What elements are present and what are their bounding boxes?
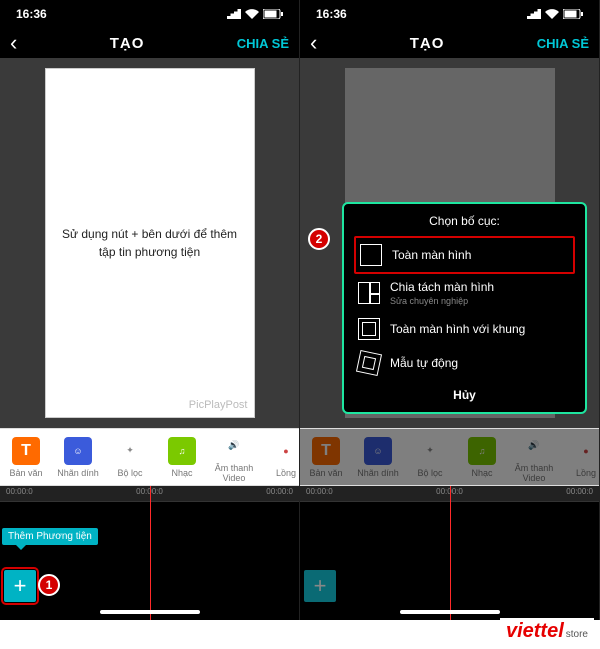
toolbar: TBản văn ☺Nhãn dính ✦Bộ lọc ♫Nhạc 🔊Âm th…	[0, 428, 299, 486]
music-icon: ♫	[468, 437, 496, 465]
tool-filter[interactable]: ✦Bộ lọc	[104, 437, 156, 478]
timeline[interactable]: 00:00:0 00:00:0 00:00:0 Thêm Phương tiện…	[0, 486, 299, 620]
canvas-area-dimmed: 2 Chọn bố cục: Toàn màn hình Chia tách m…	[300, 58, 599, 428]
layout-modal: Chọn bố cục: Toàn màn hình Chia tách màn…	[342, 202, 587, 414]
page-title: TẠO	[110, 35, 145, 52]
nav-bar: ‹ TẠO CHIA SẺ	[300, 28, 599, 58]
music-icon: ♫	[168, 437, 196, 465]
tool-music: ♫Nhạc	[456, 437, 508, 478]
share-button[interactable]: CHIA SẺ	[237, 36, 289, 51]
tool-audio: 🔊Âm thanh Video	[508, 432, 560, 483]
tool-filter: ✦Bộ lọc	[404, 437, 456, 478]
split-icon	[358, 282, 380, 304]
sticker-icon: ☺	[64, 437, 92, 465]
timeline-body: Thêm Phương tiện + 1	[0, 502, 299, 620]
signal-icon	[527, 9, 541, 19]
home-indicator	[400, 610, 500, 614]
tool-audio[interactable]: 🔊Âm thanh Video	[208, 432, 260, 483]
filter-icon: ✦	[416, 437, 444, 465]
back-button[interactable]: ‹	[310, 32, 317, 54]
layout-option-full[interactable]: Toàn màn hình	[354, 236, 575, 274]
share-button[interactable]: CHIA SẺ	[537, 36, 589, 51]
layout-option-frame[interactable]: Toàn màn hình với khung	[354, 312, 575, 346]
toolbar-dimmed: TBản văn ☺Nhãn dính ✦Bộ lọc ♫Nhạc 🔊Âm th…	[300, 428, 599, 486]
text-icon: T	[12, 437, 40, 465]
add-media-tooltip: Thêm Phương tiện	[2, 528, 98, 545]
auto-icon	[356, 350, 382, 376]
tool-dub[interactable]: ●Lồng	[260, 437, 299, 478]
nav-bar: ‹ TẠO CHIA SẺ	[0, 28, 299, 58]
brand-logo: viettel store	[500, 618, 594, 645]
audio-icon: 🔊	[520, 432, 548, 460]
canvas-area: Sử dụng nút + bên dưới để thêm tập tin p…	[0, 58, 299, 428]
wifi-icon	[545, 9, 559, 19]
tool-sticker: ☺Nhãn dính	[352, 437, 404, 478]
dub-icon: ●	[572, 437, 599, 465]
layout-option-auto[interactable]: Mẫu tự động	[354, 346, 575, 380]
battery-icon	[263, 9, 283, 19]
brand-main: viettel	[506, 620, 564, 643]
status-bar: 16:36	[0, 0, 299, 28]
wifi-icon	[245, 9, 259, 19]
watermark: PicPlayPost	[189, 399, 248, 411]
canvas-placeholder: Sử dụng nút + bên dưới để thêm tập tin p…	[58, 225, 242, 261]
phone-right: 16:36 ‹ TẠO CHIA SẺ 2 Chọn bố cục: Toàn …	[300, 0, 600, 620]
status-indicators	[527, 9, 583, 19]
battery-icon	[563, 9, 583, 19]
callout-1: 1	[38, 574, 60, 596]
sticker-icon: ☺	[364, 437, 392, 465]
modal-title: Chọn bố cục:	[354, 214, 575, 228]
frame-icon	[358, 318, 380, 340]
side-by-side-screens: 16:36 ‹ TẠO CHIA SẺ Sử dụng nút + bên dư…	[0, 0, 600, 620]
dub-icon: ●	[272, 437, 299, 465]
add-media-button[interactable]: +	[4, 570, 36, 602]
audio-icon: 🔊	[220, 432, 248, 460]
back-button[interactable]: ‹	[10, 32, 17, 54]
status-time: 16:36	[316, 7, 347, 21]
page-title: TẠO	[410, 35, 445, 52]
timeline-dimmed: 00:00:0 00:00:0 00:00:0 +	[300, 486, 599, 620]
tool-dub: ●Lồng	[560, 437, 599, 478]
filter-icon: ✦	[116, 437, 144, 465]
tool-sticker[interactable]: ☺Nhãn dính	[52, 437, 104, 478]
status-bar: 16:36	[300, 0, 599, 28]
tool-text: TBản văn	[300, 437, 352, 478]
phone-left: 16:36 ‹ TẠO CHIA SẺ Sử dụng nút + bên dư…	[0, 0, 300, 620]
media-canvas[interactable]: Sử dụng nút + bên dưới để thêm tập tin p…	[45, 68, 255, 418]
modal-cancel-button[interactable]: Hủy	[354, 380, 575, 404]
add-media-button-dimmed: +	[304, 570, 336, 602]
signal-icon	[227, 9, 241, 19]
full-icon	[360, 244, 382, 266]
callout-2: 2	[308, 228, 330, 250]
home-indicator	[100, 610, 200, 614]
tool-music[interactable]: ♫Nhạc	[156, 437, 208, 478]
status-time: 16:36	[16, 7, 47, 21]
text-icon: T	[312, 437, 340, 465]
brand-sub: store	[566, 629, 588, 640]
layout-option-split[interactable]: Chia tách màn hìnhSửa chuyên nghiệp	[354, 274, 575, 312]
status-indicators	[227, 9, 283, 19]
tool-text[interactable]: TBản văn	[0, 437, 52, 478]
timeline-body: +	[300, 502, 599, 620]
